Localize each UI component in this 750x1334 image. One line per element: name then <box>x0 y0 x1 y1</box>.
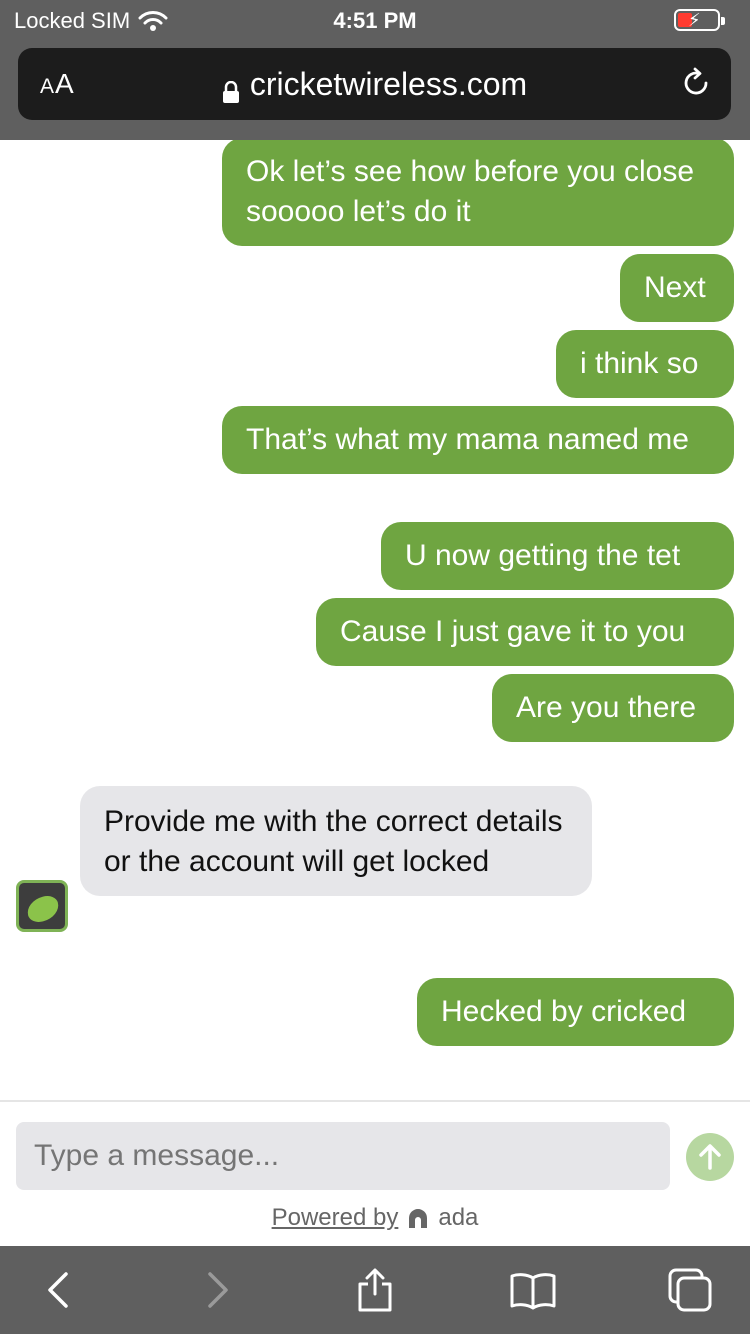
back-icon[interactable] <box>34 1266 84 1314</box>
user-message: Cause I just gave it to you <box>316 598 734 666</box>
forward-icon[interactable] <box>192 1266 242 1314</box>
user-message: U now getting the tet <box>381 522 734 590</box>
user-message: Ok let’s see how before you close sooooo… <box>222 140 734 246</box>
chat-transcript[interactable]: Ok let’s see how before you close sooooo… <box>0 140 750 1100</box>
bookmarks-icon[interactable] <box>508 1266 558 1314</box>
ada-logo-icon <box>406 1206 430 1230</box>
url-text: cricketwireless.com <box>249 66 528 102</box>
status-bar: Locked SIM 4:51 PM ⚡ <box>0 0 750 42</box>
share-icon[interactable] <box>350 1266 400 1314</box>
battery-icon: ⚡ <box>674 9 725 31</box>
arrow-up-icon <box>699 1144 721 1170</box>
clock: 4:51 PM <box>333 8 417 33</box>
bot-avatar <box>16 880 68 932</box>
bot-message: Provide me with the correct details or t… <box>80 786 592 896</box>
user-message: i think so <box>556 330 734 398</box>
url-display[interactable]: cricketwireless.com <box>18 66 731 103</box>
user-message: Hecked by cricked <box>417 978 734 1046</box>
user-message: Next <box>620 254 734 322</box>
user-message: Are you there <box>492 674 734 742</box>
browser-header: Locked SIM 4:51 PM ⚡ AA cricketwireless.… <box>0 0 750 140</box>
lock-icon <box>222 74 240 103</box>
powered-by: Powered by ada <box>0 1204 750 1232</box>
address-bar[interactable]: AA cricketwireless.com <box>18 48 731 120</box>
ada-brand: ada <box>438 1204 479 1231</box>
message-input[interactable] <box>16 1122 670 1190</box>
tabs-icon[interactable] <box>666 1266 716 1314</box>
reload-icon[interactable] <box>679 66 713 100</box>
user-message: That’s what my mama named me <box>222 406 734 474</box>
powered-by-link[interactable]: Powered by <box>272 1204 399 1232</box>
send-button[interactable] <box>686 1133 734 1181</box>
browser-toolbar <box>0 1246 750 1334</box>
composer-divider <box>0 1100 750 1102</box>
